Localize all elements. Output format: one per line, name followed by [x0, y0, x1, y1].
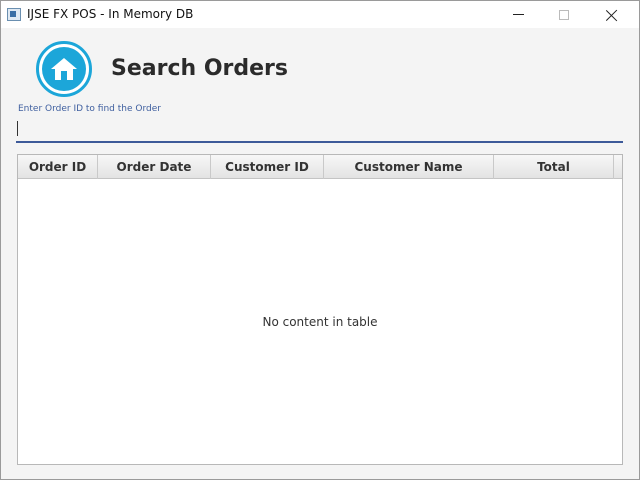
table-empty-message: No content in table: [262, 315, 378, 329]
close-icon: [606, 9, 618, 21]
column-order-id[interactable]: Order ID: [18, 155, 98, 179]
column-customer-id[interactable]: Customer ID: [211, 155, 324, 179]
minimize-icon: [512, 14, 524, 15]
home-icon: [42, 47, 86, 91]
page-title: Search Orders: [111, 56, 288, 81]
column-filler: [614, 155, 622, 179]
column-customer-name[interactable]: Customer Name: [324, 155, 494, 179]
home-button[interactable]: [36, 41, 92, 97]
table-header: Order ID Order Date Customer ID Customer…: [18, 155, 622, 179]
minimize-button[interactable]: [495, 1, 541, 28]
maximize-icon: [559, 9, 569, 20]
order-id-input[interactable]: [16, 117, 623, 143]
column-total[interactable]: Total: [494, 155, 614, 179]
text-caret: [17, 121, 18, 136]
window-app-icon: [7, 8, 21, 21]
title-bar[interactable]: IJSE FX POS - In Memory DB: [1, 1, 639, 28]
order-id-label: Enter Order ID to find the Order: [18, 104, 161, 114]
window-title: IJSE FX POS - In Memory DB: [27, 7, 194, 21]
close-button[interactable]: [589, 1, 635, 28]
maximize-button[interactable]: [541, 1, 587, 28]
app-window: IJSE FX POS - In Memory DB Search Orders…: [0, 0, 640, 480]
column-order-date[interactable]: Order Date: [98, 155, 211, 179]
orders-table[interactable]: Order ID Order Date Customer ID Customer…: [17, 154, 623, 465]
